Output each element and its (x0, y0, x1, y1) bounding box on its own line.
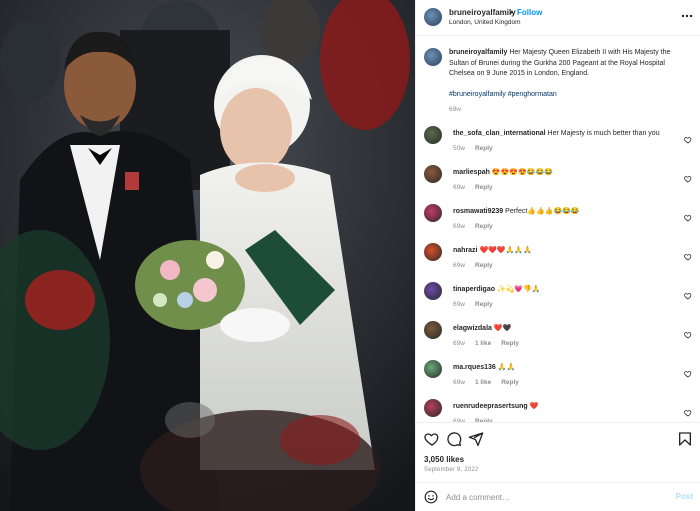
follow-button[interactable]: Follow (517, 8, 542, 17)
comment-meta: 69w Reply (453, 262, 503, 269)
share-paper-plane-icon[interactable] (468, 431, 484, 447)
post-photo-illustration (0, 0, 415, 511)
header-username[interactable]: bruneiroyalfamily (449, 8, 516, 17)
comment-likes[interactable]: 1 like (475, 379, 491, 386)
comment-meta: 50w Reply (453, 145, 503, 152)
comment-like-heart-icon[interactable] (684, 131, 692, 144)
comment-body: ❤️ (529, 403, 539, 410)
smiley-icon[interactable] (424, 490, 438, 504)
comment-body: 🙏🙏 (497, 364, 516, 371)
comment-row: rosmawati9239 Perfect👍👍👍😂😂😂 69w Reply (416, 204, 700, 240)
reply-button[interactable]: Reply (475, 184, 493, 191)
post-date: September 9, 2022 (424, 467, 479, 473)
commenter-avatar[interactable] (424, 282, 442, 300)
comments-list[interactable]: bruneiroyalfamily Her Majesty Queen Eliz… (416, 42, 700, 422)
comment-body: Perfect👍👍👍😂😂😂 (505, 208, 580, 215)
post-button[interactable]: Post (676, 492, 693, 501)
post-actions: 3,050 likes September 9, 2022 (416, 422, 700, 482)
add-comment-bar: Post (416, 482, 700, 511)
comment-like-heart-icon[interactable] (684, 365, 692, 378)
comment-like-heart-icon[interactable] (684, 404, 692, 417)
post-side-panel: bruneiroyalfamily • Follow London, Unite… (415, 0, 700, 511)
comment-bubble-icon[interactable] (446, 431, 462, 447)
comment-body: ❤️❤️❤️🙏🙏🙏 (479, 247, 532, 254)
commenter-avatar[interactable] (424, 243, 442, 261)
commenter-username[interactable]: nahrazi (453, 247, 478, 254)
comment-like-heart-icon[interactable] (684, 326, 692, 339)
more-dots-icon[interactable] (681, 10, 693, 21)
comment-body: ❤️🖤 (493, 325, 512, 332)
reply-button[interactable]: Reply (475, 145, 493, 152)
comment-like-heart-icon[interactable] (684, 287, 692, 300)
caption-text: bruneiroyalfamily Her Majesty Queen Eliz… (449, 48, 681, 80)
comment-time: 69w (453, 301, 465, 308)
comment-row: marliespah 😍😍😍😍😂😂😂 69w Reply (416, 165, 700, 201)
comment-time: 69w (453, 340, 465, 347)
comment-like-heart-icon[interactable] (684, 209, 692, 222)
comment-text: the_sofa_clan_international Her Majesty … (453, 129, 678, 139)
comment-text: elagwizdala ❤️🖤 (453, 324, 678, 334)
caption-avatar[interactable] (424, 48, 442, 66)
comment-text: ma.rques136 🙏🙏 (453, 363, 678, 373)
comment-like-heart-icon[interactable] (684, 248, 692, 261)
reply-button[interactable]: Reply (475, 262, 493, 269)
comment-time: 69w (453, 184, 465, 191)
commenter-username[interactable]: marliespah (453, 169, 490, 176)
comment-time: 50w (453, 145, 465, 152)
post-photo[interactable] (0, 0, 415, 511)
commenter-avatar[interactable] (424, 126, 442, 144)
comment-text: nahrazi ❤️❤️❤️🙏🙏🙏 (453, 246, 678, 256)
comment-body: 😍😍😍😍😂😂😂 (491, 169, 553, 176)
comment-meta: 69w 1 like Reply (453, 340, 529, 347)
commenter-avatar[interactable] (424, 399, 442, 417)
comment-likes[interactable]: 1 like (475, 340, 491, 347)
commenter-username[interactable]: ma.rques136 (453, 364, 496, 371)
comment-meta: 69w 1 like Reply (453, 379, 529, 386)
comment-input[interactable] (446, 489, 666, 505)
reply-button[interactable]: Reply (475, 301, 493, 308)
commenter-username[interactable]: the_sofa_clan_international (453, 130, 546, 137)
profile-avatar[interactable] (424, 8, 442, 26)
reply-button[interactable]: Reply (475, 223, 493, 230)
comment-row: ruenrudeeprasertsung ❤️ 69w Reply (416, 399, 700, 422)
likes-count[interactable]: 3,050 likes (424, 455, 464, 464)
comment-row: the_sofa_clan_international Her Majesty … (416, 126, 700, 162)
commenter-username[interactable]: tinaperdigao (453, 286, 495, 293)
commenter-avatar[interactable] (424, 321, 442, 339)
comment-row: tinaperdigao ✨💫💗👎🙏 69w Reply (416, 282, 700, 318)
comment-time: 69w (453, 262, 465, 269)
comment-meta: 69w Reply (453, 184, 503, 191)
comment-text: tinaperdigao ✨💫💗👎🙏 (453, 285, 678, 295)
comment-time: 69w (453, 379, 465, 386)
header-separator: • (510, 8, 513, 17)
comment-row: ma.rques136 🙏🙏 69w 1 like Reply (416, 360, 700, 396)
commenter-username[interactable]: rosmawati9239 (453, 208, 503, 215)
comment-like-heart-icon[interactable] (684, 170, 692, 183)
comment-row: nahrazi ❤️❤️❤️🙏🙏🙏 69w Reply (416, 243, 700, 279)
comment-body: Her Majesty is much better than you (547, 130, 660, 137)
bookmark-icon[interactable] (677, 431, 693, 447)
comment-text: marliespah 😍😍😍😍😂😂😂 (453, 168, 678, 178)
commenter-avatar[interactable] (424, 360, 442, 378)
comment-meta: 69w Reply (453, 223, 503, 230)
reply-button[interactable]: Reply (501, 379, 519, 386)
comment-meta: 69w Reply (453, 301, 503, 308)
comment-time: 69w (453, 223, 465, 230)
heart-icon[interactable] (424, 431, 440, 447)
caption-hashtags[interactable]: #bruneiroyalfamily #penghormatan (449, 91, 557, 98)
commenter-username[interactable]: elagwizdala (453, 325, 492, 332)
header-location[interactable]: London, United Kingdom (449, 19, 521, 26)
comment-text: ruenrudeeprasertsung ❤️ (453, 402, 678, 412)
comment-text: rosmawati9239 Perfect👍👍👍😂😂😂 (453, 207, 678, 217)
commenter-avatar[interactable] (424, 204, 442, 222)
caption-username[interactable]: bruneiroyalfamily (449, 49, 507, 56)
commenter-username[interactable]: ruenrudeeprasertsung (453, 403, 528, 410)
reply-button[interactable]: Reply (501, 340, 519, 347)
comment-body: ✨💫💗👎🙏 (496, 286, 541, 293)
comment-row: elagwizdala ❤️🖤 69w 1 like Reply (416, 321, 700, 357)
post-header: bruneiroyalfamily • Follow London, Unite… (416, 0, 700, 36)
commenter-avatar[interactable] (424, 165, 442, 183)
caption-time: 69w (449, 106, 461, 113)
